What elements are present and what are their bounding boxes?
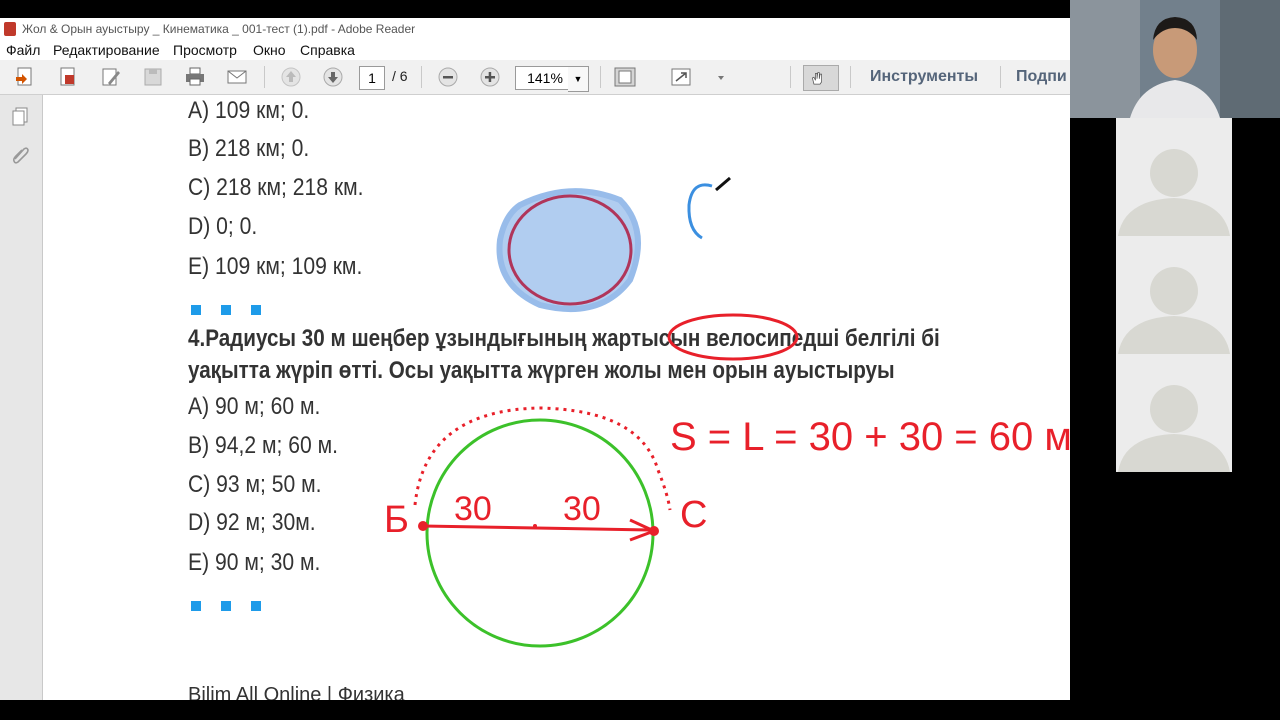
- participant-tile-2: [1116, 236, 1232, 354]
- label-c: C: [680, 494, 707, 536]
- label-b: Б: [384, 499, 409, 541]
- blue-letter-stroke: [687, 183, 713, 240]
- presenter-webcam: [1070, 0, 1280, 118]
- endpoint-right: [649, 526, 659, 536]
- pen-mark: [715, 176, 731, 192]
- endpoint-left: [418, 521, 428, 531]
- blue-highlight-circle: [496, 188, 641, 313]
- participant-tile-1: [1116, 118, 1232, 236]
- red-word-circle: [667, 313, 799, 361]
- segment-label-1: 30: [454, 490, 492, 528]
- participant-tile-3: [1116, 354, 1232, 472]
- segment-label-2: 30: [563, 490, 601, 528]
- formula-text: S = L = 30 + 30 = 60 м: [670, 415, 1072, 459]
- center-dot: [533, 524, 537, 528]
- green-circle: [425, 418, 655, 648]
